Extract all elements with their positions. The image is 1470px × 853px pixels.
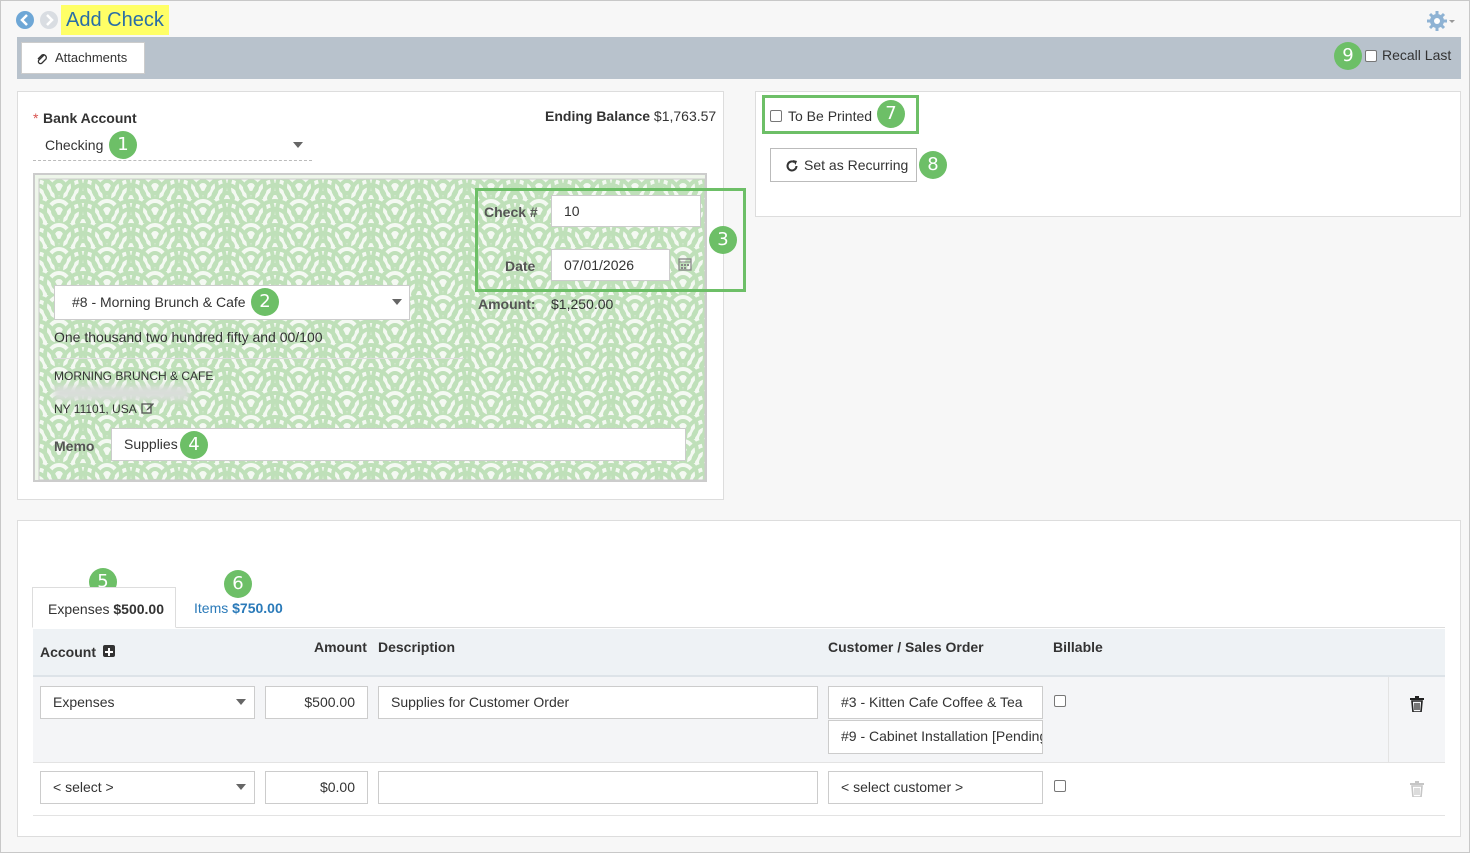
attachments-button[interactable]: Attachments	[21, 42, 145, 74]
recall-last-label: Recall Last	[1382, 47, 1452, 63]
back-icon[interactable]	[16, 11, 34, 29]
payee-value: #8 - Morning Brunch & Cafe	[72, 294, 246, 310]
billable-checkbox[interactable]	[1054, 780, 1066, 792]
amount-value: $1,250.00	[551, 296, 614, 312]
bank-account-label: Bank Account	[43, 110, 137, 126]
row-divider	[1388, 677, 1389, 762]
tabs-underline	[33, 627, 1445, 628]
billable-checkbox[interactable]	[1054, 695, 1066, 707]
edit-address-icon[interactable]	[141, 401, 155, 417]
payee-address-line1: MORNING BRUNCH & CAFE	[54, 369, 214, 383]
tab-items-label: Items	[194, 600, 229, 616]
chevron-down-icon	[236, 699, 246, 705]
check-number-date-highlight	[475, 188, 746, 292]
chevron-down-icon	[236, 784, 246, 790]
refresh-icon	[785, 149, 799, 181]
set-recurring-button[interactable]: Set as Recurring	[770, 148, 917, 182]
payee-address-box	[54, 358, 464, 359]
bank-account-value: Checking	[45, 137, 104, 153]
sales-order-select[interactable]: #9 - Cabinet Installation [Pending]	[828, 720, 1043, 754]
badge-8: 8	[919, 151, 947, 179]
account-select[interactable]: Expenses	[40, 686, 255, 719]
customer-select[interactable]: < select customer >	[828, 771, 1043, 804]
table-header-row	[33, 629, 1445, 677]
customer-value: #3 - Kitten Cafe Coffee & Tea	[841, 694, 1023, 710]
gear-icon[interactable]	[1427, 10, 1455, 32]
tab-items-amount: $750.00	[232, 600, 283, 616]
memo-label: Memo	[54, 438, 95, 454]
recall-last-checkbox[interactable]	[1365, 50, 1377, 62]
chevron-down-icon	[392, 299, 402, 305]
badge-7: 7	[877, 100, 905, 128]
sales-order-value: #9 - Cabinet Installation [Pending]	[841, 728, 1043, 744]
payee-select[interactable]: #8 - Morning Brunch & Cafe	[54, 285, 410, 320]
account-value: < select >	[53, 779, 114, 795]
amount-header: Amount	[314, 639, 367, 655]
ending-balance: Ending Balance $1,763.57	[545, 108, 716, 124]
description-header: Description	[378, 639, 456, 655]
blurred-address	[54, 386, 189, 400]
amount-input[interactable]: $0.00	[265, 771, 368, 804]
customer-select[interactable]: #3 - Kitten Cafe Coffee & Tea	[828, 686, 1043, 719]
badge-3: 3	[709, 226, 737, 254]
ending-balance-label: Ending Balance	[545, 108, 651, 124]
to-be-printed-checkbox[interactable]	[770, 110, 782, 122]
customer-value: < select customer >	[841, 779, 964, 795]
set-recurring-label: Set as Recurring	[804, 157, 909, 173]
tab-expenses-amount: $500.00	[113, 601, 164, 617]
amount-input[interactable]: $500.00	[265, 686, 368, 719]
account-select[interactable]: < select >	[40, 771, 255, 804]
chevron-down-icon	[293, 142, 303, 148]
badge-2: 2	[251, 288, 279, 316]
trash-icon[interactable]	[1410, 781, 1424, 800]
payee-address-line2: NY 11101, USA	[54, 402, 137, 416]
billable-header: Billable	[1053, 639, 1103, 655]
badge-1: 1	[109, 131, 137, 159]
amount-label: Amount:	[478, 296, 536, 312]
trash-icon[interactable]	[1410, 696, 1424, 715]
tab-expenses[interactable]: Expenses $500.00	[32, 587, 176, 628]
account-value: Expenses	[53, 694, 115, 710]
toolbar	[17, 37, 1461, 79]
add-account-icon[interactable]	[103, 645, 115, 657]
account-header: Account	[40, 644, 96, 660]
required-mark: *	[33, 110, 39, 126]
badge-9: 9	[1334, 42, 1362, 70]
attachments-label: Attachments	[55, 50, 128, 65]
description-input[interactable]	[378, 771, 818, 804]
tab-items[interactable]: Items $750.00	[194, 600, 283, 616]
customer-header: Customer / Sales Order	[828, 639, 984, 655]
to-be-printed-label: To Be Printed	[788, 108, 873, 124]
description-input[interactable]: Supplies for Customer Order	[378, 686, 818, 719]
page-title: Add Check	[61, 5, 169, 35]
tab-expenses-label: Expenses	[48, 601, 110, 617]
badge-6: 6	[224, 570, 252, 598]
badge-4: 4	[180, 431, 208, 459]
bank-account-select[interactable]: Checking	[33, 132, 312, 161]
forward-icon[interactable]	[40, 11, 58, 29]
paperclip-icon	[36, 43, 48, 73]
ending-balance-value: $1,763.57	[653, 108, 717, 124]
amount-in-words: One thousand two hundred fifty and 00/10…	[54, 329, 323, 345]
